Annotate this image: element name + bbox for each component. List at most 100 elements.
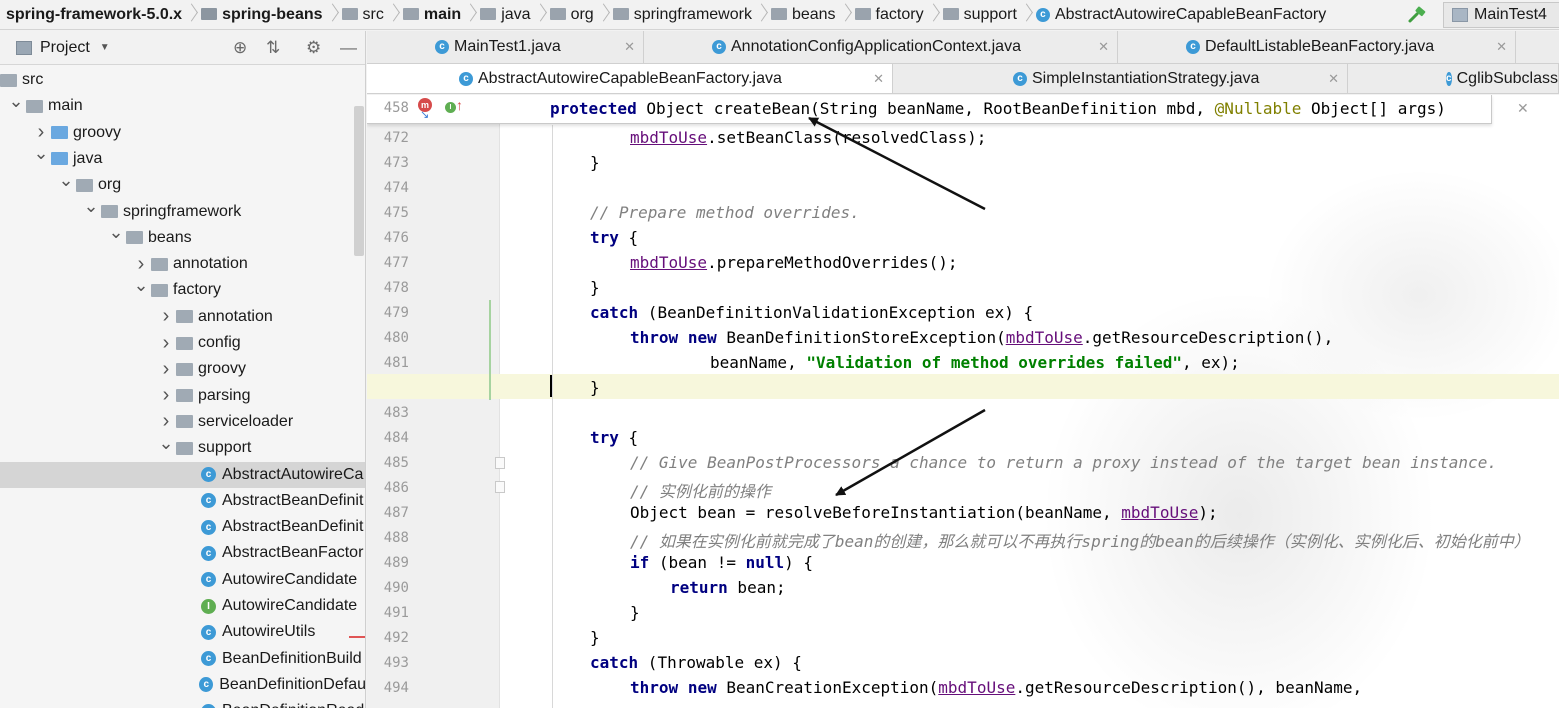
code-line[interactable]: // 实例化前的操作 [630,478,771,502]
code-line[interactable]: // 如果在实例化前就完成了bean的创建，那么就可以不再执行spring的be… [630,528,1530,552]
tree-class-item[interactable]: c AbstractBeanFactor [0,540,365,566]
chevron-down-icon[interactable]: ▼ [100,42,110,53]
tree-folder-item[interactable]: ⌄ factory [0,275,365,303]
tree-class-item[interactable]: c AutowireUtils [0,619,365,645]
tree-class-item[interactable]: I AutowireCandidate [0,593,365,619]
code-line[interactable]: throw new BeanCreationException(mbdToUse… [630,678,1362,697]
editor-tab[interactable]: c AbstractAutowireCapableBeanFactory.java… [367,64,893,93]
tree-folder-item[interactable]: ⌄ org [0,170,365,198]
code-line[interactable]: return bean; [670,578,786,597]
breadcrumb-item[interactable]: main [397,0,464,29]
editor-tab[interactable]: c MainTest1.java ✕ [367,31,644,63]
gear-icon[interactable]: ⚙ [306,39,321,57]
target-icon[interactable]: ⊕ [233,39,247,57]
tree-folder-item[interactable]: ⌄ beans [0,222,365,251]
tree-scrollbar[interactable] [354,106,364,256]
chevron-down-icon[interactable]: ⌄ [106,222,126,243]
code-line[interactable]: } [630,603,640,622]
chevron-down-icon[interactable]: ⌄ [31,143,51,164]
code-line[interactable]: try { [590,228,638,247]
tree-folder-item[interactable]: › config [0,330,365,356]
close-icon[interactable]: ✕ [1328,71,1339,87]
breadcrumb-item[interactable]: java [474,0,533,29]
chevron-right-icon[interactable]: › [156,358,176,381]
breadcrumb-item[interactable]: src [336,0,387,29]
code-line[interactable]: // Give BeanPostProcessors a chance to r… [630,453,1497,472]
tree-folder-item[interactable]: › serviceloader [0,409,365,435]
chevron-down-icon[interactable]: ⌄ [131,275,151,296]
minimize-icon[interactable]: — [340,39,357,57]
tree-folder-item[interactable]: › groovy [0,120,365,146]
breadcrumb-item[interactable]: c AbstractAutowireCapableBeanFactory [1030,0,1329,29]
chevron-down-icon[interactable]: ⌄ [6,91,26,112]
editor-tab[interactable]: c CglibSubclass [1348,64,1559,93]
chevron-down-icon[interactable]: ⌄ [56,170,76,191]
code-line[interactable]: // Prepare method overrides. [590,203,860,222]
code-line[interactable]: } [590,628,600,647]
tree-folder-item[interactable]: › annotation [0,251,365,277]
tree-folder-item[interactable]: › parsing [0,383,365,409]
tree-item-label: org [98,176,122,194]
implements-icon[interactable]: I [445,102,456,113]
tree-class-item[interactable]: c BeanDefinitionRead [0,698,365,708]
tree-class-item[interactable]: c AbstractAutowireCa [0,461,365,488]
breadcrumb-item[interactable]: factory [849,0,927,29]
hammer-icon[interactable] [1406,4,1428,26]
fold-marker[interactable] [495,481,505,493]
close-icon[interactable]: ✕ [1496,39,1507,55]
chevron-right-icon[interactable]: › [131,253,151,276]
tree-folder-item[interactable]: src [0,67,365,93]
tree-class-item[interactable]: c BeanDefinitionDefau [0,672,365,698]
close-icon[interactable]: ✕ [624,39,635,55]
code-line[interactable]: mbdToUse.setBeanClass(resolvedClass); [630,128,986,147]
tree-folder-item[interactable]: › groovy [0,356,365,382]
tree-class-item[interactable]: c AbstractBeanDefinit [0,488,365,514]
chevron-down-icon[interactable]: ⌄ [156,433,176,454]
breadcrumb-item[interactable]: support [937,0,1020,29]
code-line[interactable]: throw new BeanDefinitionStoreException(m… [630,328,1333,347]
collapse-icon[interactable]: ⇅ [266,39,280,57]
breadcrumb-item[interactable]: spring-framework-5.0.x [0,0,185,29]
close-icon[interactable]: ✕ [1098,39,1109,55]
tree-folder-item[interactable]: ⌄ springframework [0,196,365,225]
package-icon [151,283,168,297]
code-line[interactable]: mbdToUse.prepareMethodOverrides(); [630,253,958,272]
code-line[interactable]: if (bean != null) { [630,553,813,572]
chevron-down-icon[interactable]: ⌄ [81,196,101,217]
code-line[interactable]: try { [590,428,638,447]
breadcrumb-item[interactable]: spring-beans [195,0,325,29]
tree-folder-item[interactable]: ⌄ main [0,91,365,119]
code-line[interactable]: beanName, "Validation of method override… [710,353,1240,372]
tree-folder-item[interactable]: ⌄ java [0,143,365,172]
tree-folder-item[interactable]: ⌄ support [0,433,365,461]
run-configuration-selector[interactable]: MainTest4 [1443,2,1559,28]
code-editor[interactable]: 4724734744754764774784794804814824834844… [367,95,1559,708]
chevron-right-icon[interactable]: › [156,384,176,407]
code-line[interactable]: Object bean = resolveBeforeInstantiation… [630,503,1218,522]
breadcrumb-item[interactable]: beans [765,0,839,29]
code-line[interactable]: catch (Throwable ex) { [590,653,802,672]
fold-marker[interactable] [495,457,505,469]
chevron-right-icon[interactable]: › [156,410,176,433]
close-icon[interactable]: ✕ [873,71,884,87]
code-line[interactable]: } [590,278,600,297]
tree-class-item[interactable]: c AutowireCandidate [0,567,365,593]
code-line[interactable]: catch (BeanDefinitionValidationException… [590,303,1033,322]
editor-tab[interactable]: c AnnotationConfigApplicationContext.java… [644,31,1118,63]
project-panel-title[interactable]: Project [40,39,90,57]
code-line[interactable]: } [590,378,600,397]
breadcrumb-item[interactable]: org [544,0,597,29]
tree-class-item[interactable]: c BeanDefinitionBuild [0,646,365,672]
sticky-method-header[interactable]: 458 m ↘ I ↑ protected Object createBean(… [367,95,1529,124]
breadcrumb-item[interactable]: springframework [607,0,755,29]
chevron-right-icon[interactable]: › [156,305,176,328]
tree-folder-item[interactable]: › annotation [0,304,365,330]
chevron-right-icon[interactable]: › [31,121,51,144]
tree-class-item[interactable]: c AbstractBeanDefinit [0,514,365,540]
close-icon[interactable]: ✕ [1517,100,1529,117]
code-line[interactable]: } [590,153,600,172]
tree-item-label: AutowireCandidate [222,597,358,614]
editor-tab[interactable]: c SimpleInstantiationStrategy.java ✕ [893,64,1348,93]
editor-tab[interactable]: c DefaultListableBeanFactory.java ✕ [1118,31,1516,63]
chevron-right-icon[interactable]: › [156,332,176,355]
